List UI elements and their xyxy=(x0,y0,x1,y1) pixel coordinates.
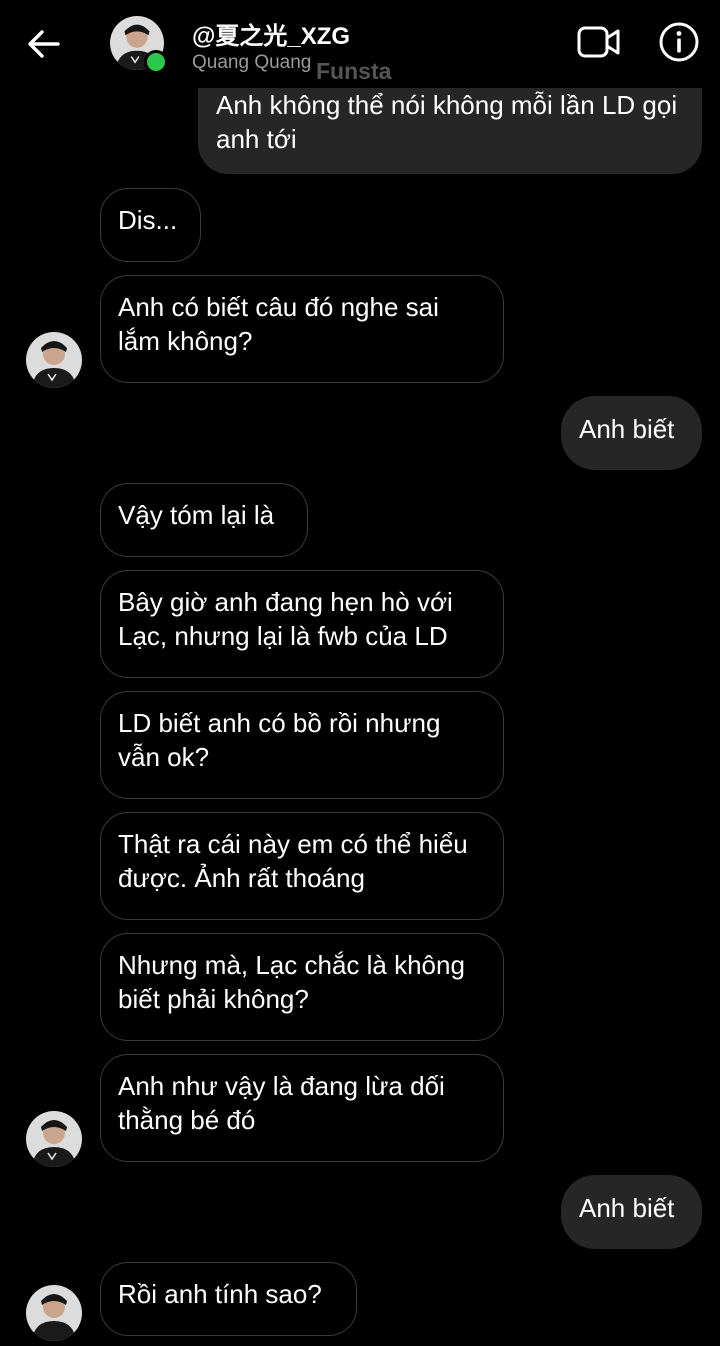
message-outgoing[interactable]: Anh không thể nói không mỗi lần LD gọi a… xyxy=(198,76,702,174)
message-text: Anh không thể nói không mỗi lần LD gọi a… xyxy=(216,90,678,154)
message-text: LD biết anh có bồ rồi nhưng vẫn ok? xyxy=(118,708,441,772)
message-text: Bây giờ anh đang hẹn hò với Lạc, nhưng l… xyxy=(118,587,453,651)
sender-avatar[interactable] xyxy=(26,332,82,388)
info-icon xyxy=(659,22,699,62)
message-text: Anh như vậy là đang lừa dối thằng bé đó xyxy=(118,1071,445,1135)
avatar-image xyxy=(26,1111,82,1167)
contact-username[interactable]: @夏之光_XZG xyxy=(192,16,350,51)
sender-avatar[interactable] xyxy=(26,1111,82,1167)
message-incoming[interactable]: Anh có biết câu đó nghe sai lắm không? xyxy=(100,275,504,383)
message-incoming[interactable]: Nhưng mà, Lạc chắc là không biết phải kh… xyxy=(100,933,504,1041)
video-call-icon xyxy=(577,26,620,58)
message-incoming[interactable]: Anh như vậy là đang lừa dối thằng bé đó xyxy=(100,1054,504,1162)
message-text: Anh biết xyxy=(579,1193,675,1223)
video-call-button[interactable] xyxy=(576,22,622,62)
back-button[interactable] xyxy=(24,26,64,62)
message-incoming[interactable]: Vậy tóm lại là xyxy=(100,483,308,557)
sender-avatar[interactable] xyxy=(26,1285,82,1341)
watermark: Funsta xyxy=(316,58,392,84)
contact-display-name: Quang Quang xyxy=(192,52,312,73)
avatar-image xyxy=(26,1285,82,1341)
online-status-dot xyxy=(144,50,168,74)
message-text: Rồi anh tính sao? xyxy=(118,1279,322,1309)
message-incoming[interactable]: Thật ra cái này em có thể hiểu được. Ảnh… xyxy=(100,812,504,920)
info-button[interactable] xyxy=(658,21,700,63)
message-text: Anh có biết câu đó nghe sai lắm không? xyxy=(118,292,439,356)
message-text: Nhưng mà, Lạc chắc là không biết phải kh… xyxy=(118,950,465,1014)
message-incoming[interactable]: LD biết anh có bồ rồi nhưng vẫn ok? xyxy=(100,691,504,799)
message-outgoing[interactable]: Anh biết xyxy=(561,1175,702,1249)
message-incoming[interactable]: Dis... xyxy=(100,188,201,262)
message-text: Thật ra cái này em có thể hiểu được. Ảnh… xyxy=(118,829,468,893)
message-text: Dis... xyxy=(118,205,178,235)
avatar-image xyxy=(26,332,82,388)
message-outgoing[interactable]: Anh biết xyxy=(561,396,702,470)
message-incoming[interactable]: Bây giờ anh đang hẹn hò với Lạc, nhưng l… xyxy=(100,570,504,678)
message-text: Vậy tóm lại là xyxy=(118,500,275,530)
message-text: Anh biết xyxy=(579,414,675,444)
arrow-left-icon xyxy=(28,30,60,58)
